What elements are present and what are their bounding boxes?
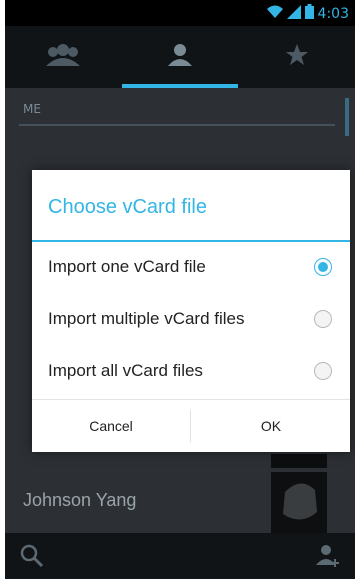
button-divider [190, 410, 191, 442]
search-icon[interactable] [19, 543, 45, 573]
dialog-title-bar: Choose vCard file [32, 170, 350, 240]
option-label: Import multiple vCard files [48, 309, 245, 328]
person-icon [166, 42, 194, 72]
option-label: Import one vCard file [48, 257, 206, 276]
option-import-multiple[interactable]: Import multiple vCard files [32, 295, 350, 347]
contact-photo [271, 454, 327, 468]
star-icon [285, 43, 309, 71]
screen: 4:03 ME Johnson Yang Choose vCard file I… [5, 0, 355, 579]
contact-row[interactable]: Johnson Yang [5, 468, 355, 540]
battery-icon [304, 4, 314, 23]
signal-icon [286, 4, 301, 23]
section-header-me: ME [19, 102, 335, 126]
radio-button[interactable] [314, 362, 332, 380]
cancel-button[interactable]: Cancel [32, 400, 190, 452]
option-label: Import all vCard files [48, 361, 203, 380]
dialog-title: Choose vCard file [48, 196, 207, 218]
tab-favorites[interactable] [239, 26, 355, 88]
groups-icon [46, 42, 80, 72]
status-time: 4:03 [317, 5, 349, 22]
tab-contacts[interactable] [122, 26, 238, 88]
contact-photo [271, 472, 327, 534]
radio-button[interactable] [314, 310, 332, 328]
ok-button[interactable]: OK [192, 400, 350, 452]
contact-name: Johnson Yang [23, 490, 137, 510]
option-import-one[interactable]: Import one vCard file [32, 243, 350, 295]
add-contact-icon[interactable] [315, 543, 341, 573]
option-import-all[interactable]: Import all vCard files [32, 347, 350, 399]
dialog-button-bar: Cancel OK [32, 399, 350, 452]
status-bar: 4:03 [5, 0, 355, 26]
tab-groups[interactable] [5, 26, 121, 88]
list-scrollbar[interactable] [345, 98, 349, 136]
wifi-icon [266, 4, 283, 23]
choose-vcard-dialog: Choose vCard file Import one vCard file … [32, 170, 350, 452]
radio-button-checked[interactable] [314, 258, 332, 276]
action-bar-tabs [5, 26, 355, 88]
bottom-action-bar [5, 533, 355, 579]
dialog-title-divider [32, 240, 350, 242]
